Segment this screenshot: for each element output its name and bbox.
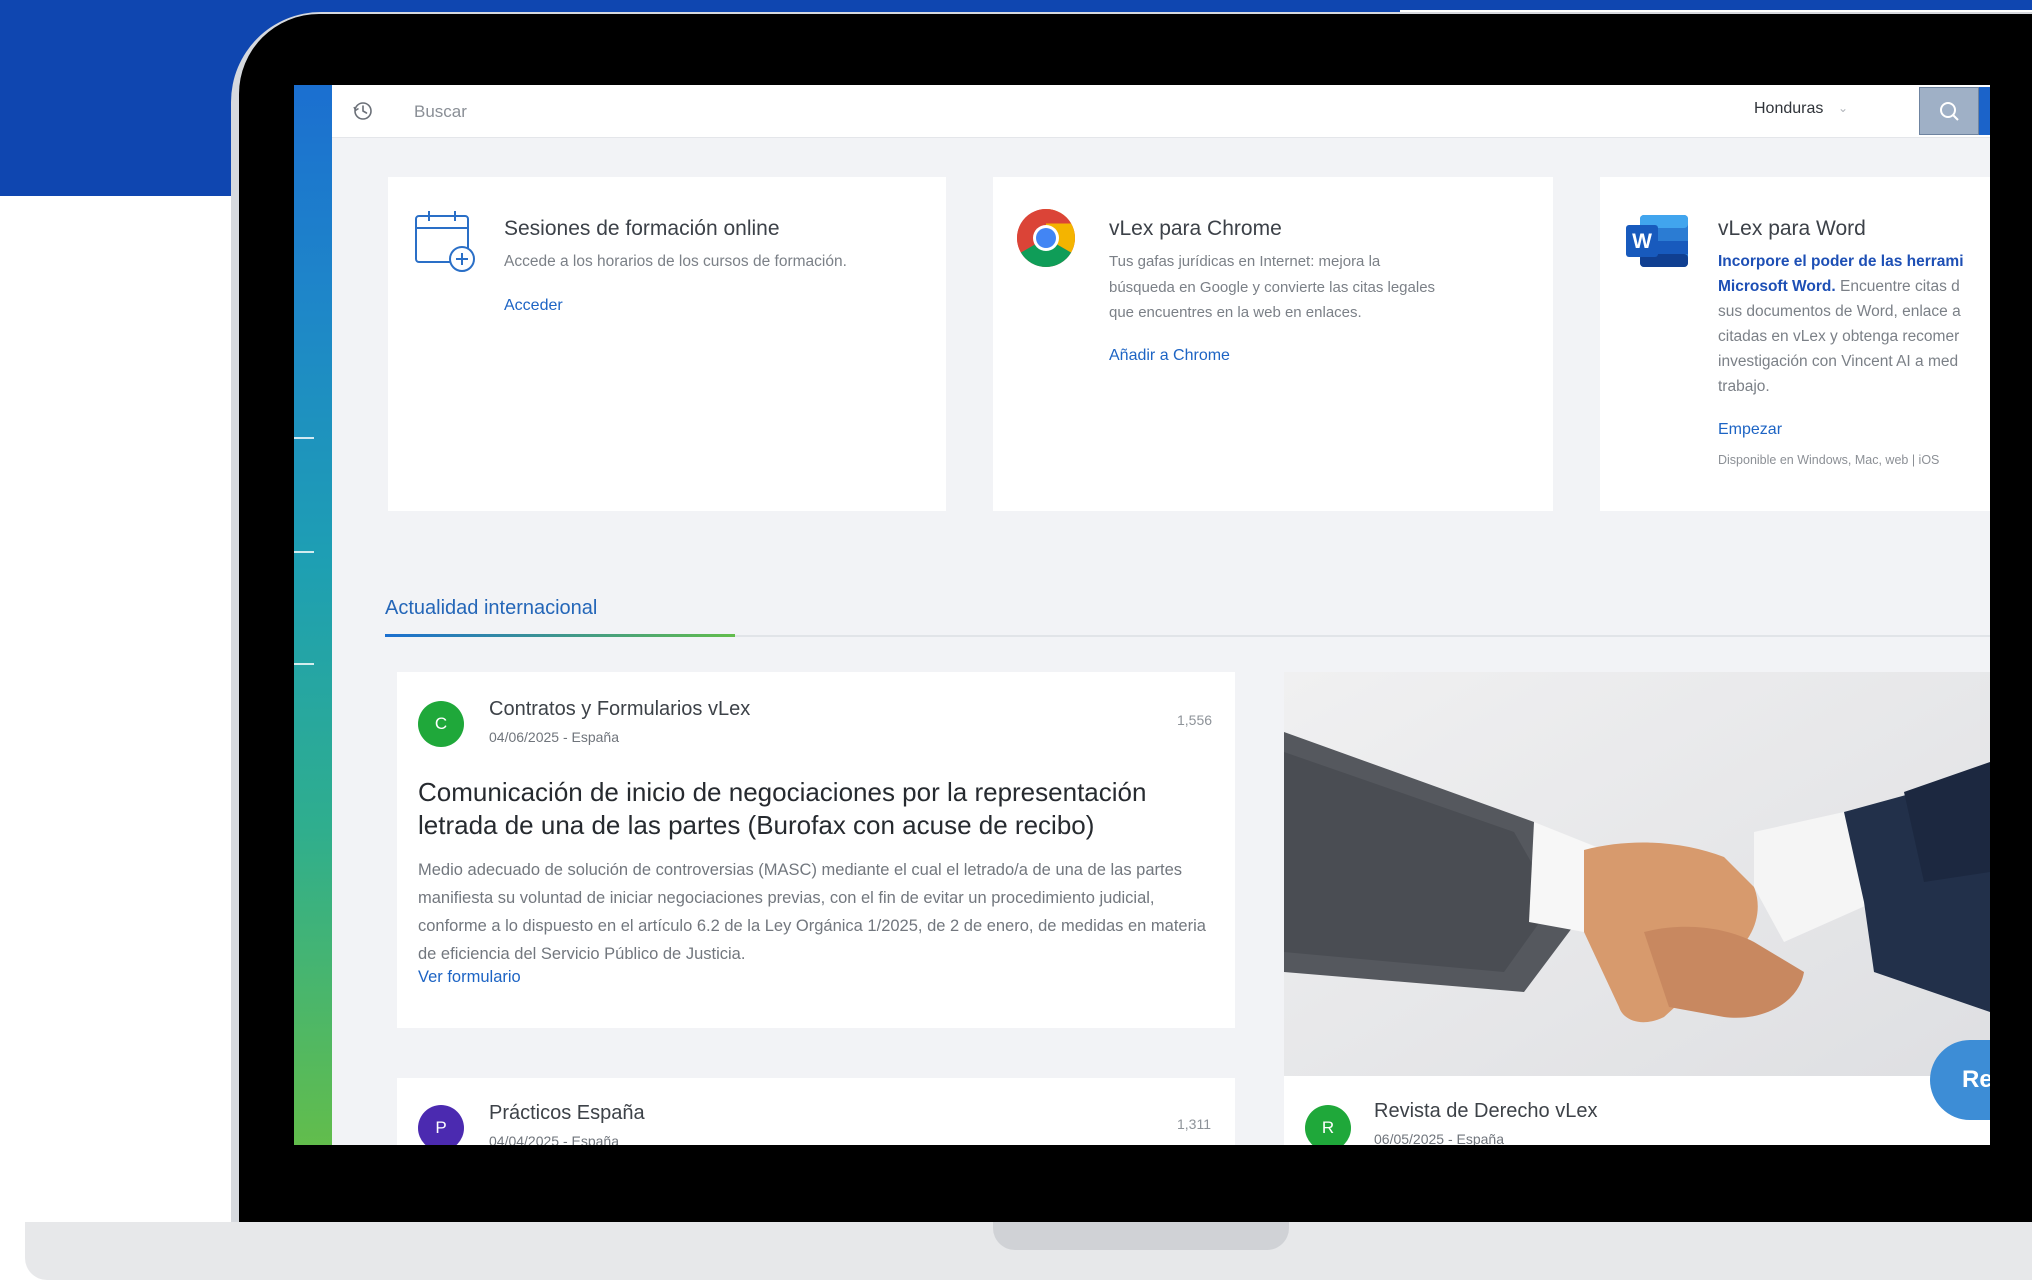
view-form-link[interactable]: Ver formulario [418, 968, 521, 987]
publisher-name[interactable]: Prácticos España [489, 1102, 645, 1125]
document-button[interactable] [1979, 87, 1990, 135]
app-screen: Honduras ⌄ Sesiones d [294, 85, 1990, 1145]
chrome-extension-card: vLex para Chrome Tus gafas jurídicas en … [993, 177, 1553, 511]
top-search-bar: Honduras ⌄ [332, 85, 1990, 138]
chrome-icon [1017, 209, 1075, 267]
sidebar-item[interactable] [294, 437, 314, 439]
word-icon: W [1626, 215, 1688, 267]
card-description-line: Tus gafas jurídicas en Internet: mejora … [1109, 253, 1381, 270]
publish-meta: 04/06/2025 - España [489, 729, 619, 745]
add-to-chrome-link[interactable]: Añadir a Chrome [1109, 347, 1230, 365]
country-selector[interactable]: Honduras [1754, 100, 1823, 118]
sidebar [294, 85, 332, 1145]
publisher-name[interactable]: Contratos y Formularios vLex [489, 698, 750, 721]
news-headline[interactable]: Comunicación de inicio de negociaciones … [418, 776, 1218, 842]
search-icon [1940, 102, 1959, 121]
avatar: R [1305, 1105, 1351, 1145]
card-description-bold: Incorpore el poder de las herrami [1718, 253, 1964, 270]
card-description-line: investigación con Vincent AI a med [1718, 353, 1959, 370]
card-description-bold: Microsoft Word. [1718, 278, 1836, 295]
card-description: Incorpore el poder de las herrami Micros… [1718, 249, 1990, 399]
view-count: 1,311 [1177, 1116, 1211, 1132]
chevron-down-icon[interactable]: ⌄ [1838, 101, 1848, 115]
handshake-image [1284, 672, 1990, 1076]
word-addin-card: W vLex para Word Incorpore el poder de l… [1600, 177, 1990, 511]
card-description-line: búsqueda en Google y convierte las citas… [1109, 278, 1436, 296]
tab-international-news[interactable]: Actualidad internacional [385, 597, 597, 620]
calendar-add-icon [415, 211, 475, 272]
word-icon-letter: W [1632, 230, 1652, 253]
history-icon[interactable] [352, 100, 374, 122]
news-summary: Medio adecuado de solución de controvers… [418, 861, 1206, 963]
card-description-line: Encuentre citas d [1835, 278, 1960, 295]
news-card[interactable]: R Revista de Derecho vLex 06/05/2025 - E… [1284, 1076, 1990, 1145]
card-title: vLex para Chrome [1109, 217, 1282, 240]
card-description-line: trabajo. [1718, 378, 1770, 395]
news-card[interactable]: C Contratos y Formularios vLex 04/06/202… [397, 672, 1235, 1028]
card-description: Tus gafas jurídicas en Internet: mejora … [1109, 249, 1529, 326]
card-description-line: que encuentres en la web en enlaces. [1109, 304, 1362, 321]
clipboard-icon [1979, 87, 1990, 135]
card-description-line: citadas en vLex y obtenga recomer [1718, 328, 1960, 345]
publisher-name[interactable]: Revista de Derecho vLex [1374, 1100, 1597, 1123]
access-link[interactable]: Acceder [504, 297, 563, 315]
handshake-photo[interactable] [1284, 672, 1990, 1076]
card-description: Accede a los horarios de los cursos de f… [504, 253, 847, 270]
news-card[interactable]: P Prácticos España 04/04/2025 - España 1… [397, 1078, 1235, 1145]
avatar: P [418, 1105, 464, 1145]
get-started-link[interactable]: Empezar [1718, 421, 1782, 439]
sidebar-item[interactable] [294, 551, 314, 553]
active-tab-indicator [385, 634, 735, 637]
sidebar-item[interactable] [294, 663, 314, 665]
search-input[interactable] [412, 97, 1216, 127]
card-title: vLex para Word [1718, 217, 1866, 240]
laptop-notch [993, 1222, 1289, 1250]
publish-meta: 06/05/2025 - España [1374, 1131, 1504, 1145]
availability-note: Disponible en Windows, Mac, web | iOS [1718, 453, 1940, 467]
card-title: Sesiones de formación online [504, 217, 780, 240]
search-button[interactable] [1919, 87, 1979, 135]
publish-meta: 04/04/2025 - España [489, 1133, 619, 1145]
avatar: C [418, 701, 464, 747]
card-description-line: sus documentos de Word, enlace a [1718, 303, 1961, 320]
view-count: 1,556 [1177, 712, 1213, 728]
training-sessions-card: Sesiones de formación online Accede a lo… [388, 177, 946, 511]
